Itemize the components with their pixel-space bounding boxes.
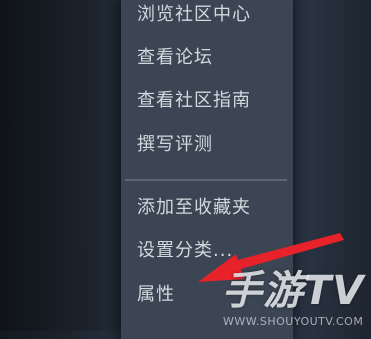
watermark-logo: 手游TV (222, 268, 365, 314)
watermark-url: WWW.SHOUYOUTV.COM (223, 315, 364, 328)
